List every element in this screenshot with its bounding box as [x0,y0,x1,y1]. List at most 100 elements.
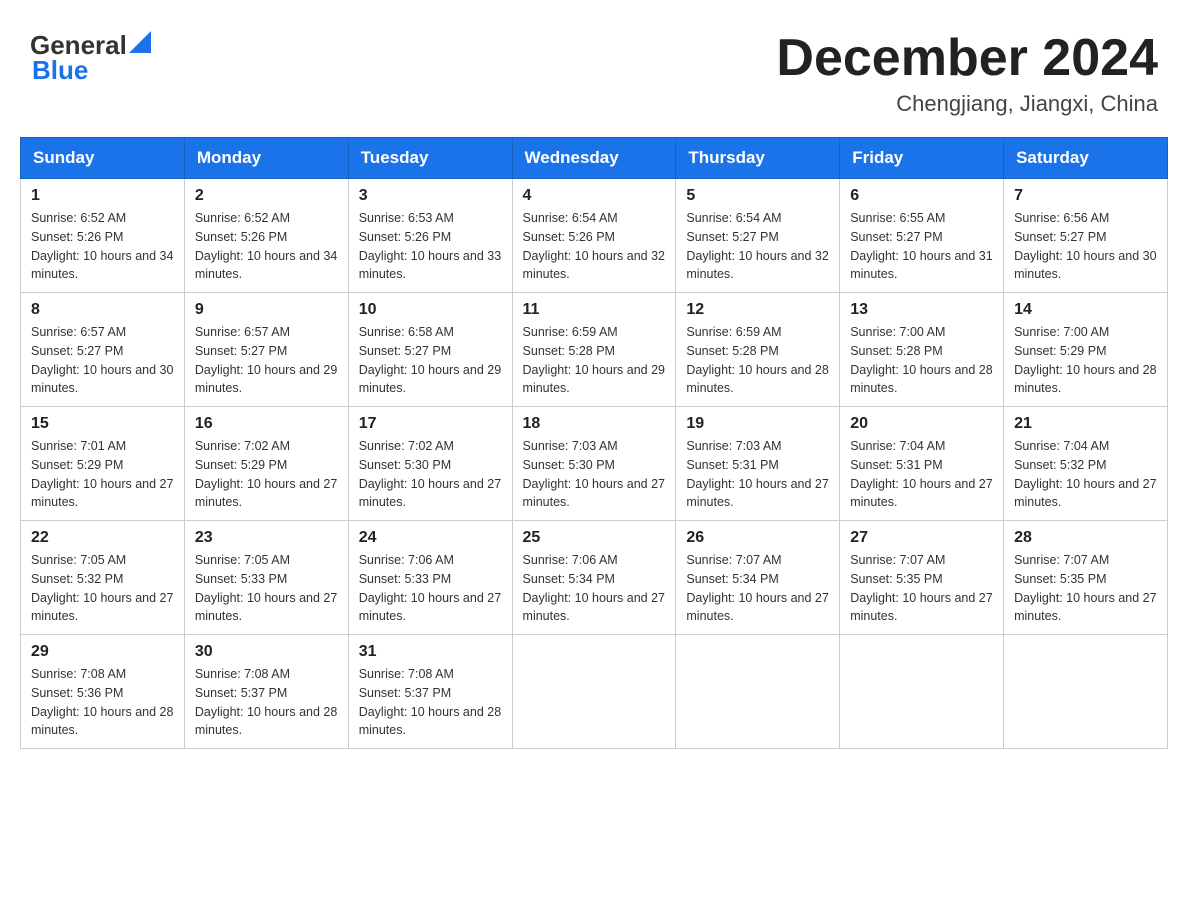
day-number: 26 [686,529,829,547]
location: Chengjiang, Jiangxi, China [776,91,1158,117]
calendar-cell: 11Sunrise: 6:59 AMSunset: 5:28 PMDayligh… [512,293,676,407]
day-number: 28 [1014,529,1157,547]
calendar-cell: 16 Sunrise: 7:02 AMSunset: 5:29 PMDayligh… [184,407,348,521]
calendar-cell: 8 Sunrise: 6:57 AMSunset: 5:27 PMDaylight… [21,293,185,407]
day-info: Sunrise: 7:00 AMSunset: 5:29 PMDaylight:… [1014,323,1157,398]
calendar-cell: 19Sunrise: 7:03 AMSunset: 5:31 PMDayligh… [676,407,840,521]
day-number: 6 [850,187,993,205]
day-number: 20 [850,415,993,433]
day-number: 16 [195,415,338,433]
day-info: Sunrise: 6:55 AMSunset: 5:27 PMDaylight:… [850,209,993,284]
calendar-cell: 3 Sunrise: 6:53 AMSunset: 5:26 PMDaylight… [348,179,512,293]
calendar-week-row: 22 Sunrise: 7:05 AMSunset: 5:32 PMDayligh… [21,521,1168,635]
calendar-header-row: SundayMondayTuesdayWednesdayThursdayFrid… [21,138,1168,179]
day-number: 9 [195,301,338,319]
calendar-cell: 26 Sunrise: 7:07 AMSunset: 5:34 PMDayligh… [676,521,840,635]
day-number: 22 [31,529,174,547]
month-title: December 2024 [776,30,1158,87]
logo-blue: Blue [32,55,88,86]
day-info: Sunrise: 7:04 AMSunset: 5:31 PMDaylight:… [850,437,993,512]
calendar-cell: 7Sunrise: 6:56 AMSunset: 5:27 PMDaylight… [1004,179,1168,293]
calendar-cell: 12Sunrise: 6:59 AMSunset: 5:28 PMDayligh… [676,293,840,407]
day-info: Sunrise: 6:52 AMSunset: 5:26 PMDaylight:… [195,209,338,284]
calendar-cell: 10Sunrise: 6:58 AMSunset: 5:27 PMDayligh… [348,293,512,407]
calendar-header-wednesday: Wednesday [512,138,676,179]
calendar-week-row: 29Sunrise: 7:08 AMSunset: 5:36 PMDayligh… [21,635,1168,749]
day-number: 5 [686,187,829,205]
day-number: 13 [850,301,993,319]
day-number: 25 [523,529,666,547]
calendar-cell: 6 Sunrise: 6:55 AMSunset: 5:27 PMDaylight… [840,179,1004,293]
calendar-cell: 21 Sunrise: 7:04 AMSunset: 5:32 PMDayligh… [1004,407,1168,521]
day-info: Sunrise: 7:02 AMSunset: 5:30 PMDaylight:… [359,437,502,512]
day-info: Sunrise: 7:05 AMSunset: 5:33 PMDaylight:… [195,551,338,626]
day-info: Sunrise: 7:07 AMSunset: 5:35 PMDaylight:… [850,551,993,626]
day-number: 23 [195,529,338,547]
calendar-cell: 27 Sunrise: 7:07 AMSunset: 5:35 PMDayligh… [840,521,1004,635]
day-number: 10 [359,301,502,319]
page-header: General Blue December 2024 Chengjiang, J… [20,20,1168,117]
calendar-cell: 4Sunrise: 6:54 AMSunset: 5:26 PMDaylight… [512,179,676,293]
calendar-cell: 23 Sunrise: 7:05 AMSunset: 5:33 PMDayligh… [184,521,348,635]
day-info: Sunrise: 7:08 AMSunset: 5:37 PMDaylight:… [195,665,338,740]
calendar-cell: 20 Sunrise: 7:04 AMSunset: 5:31 PMDayligh… [840,407,1004,521]
calendar-table: SundayMondayTuesdayWednesdayThursdayFrid… [20,137,1168,749]
day-info: Sunrise: 7:01 AMSunset: 5:29 PMDaylight:… [31,437,174,512]
day-info: Sunrise: 7:00 AMSunset: 5:28 PMDaylight:… [850,323,993,398]
day-info: Sunrise: 7:06 AMSunset: 5:33 PMDaylight:… [359,551,502,626]
day-info: Sunrise: 6:56 AMSunset: 5:27 PMDaylight:… [1014,209,1157,284]
calendar-header-tuesday: Tuesday [348,138,512,179]
calendar-cell: 1 Sunrise: 6:52 AMSunset: 5:26 PMDaylight… [21,179,185,293]
day-info: Sunrise: 7:07 AMSunset: 5:35 PMDaylight:… [1014,551,1157,626]
day-number: 21 [1014,415,1157,433]
calendar-cell: 24 Sunrise: 7:06 AMSunset: 5:33 PMDayligh… [348,521,512,635]
calendar-cell: 2 Sunrise: 6:52 AMSunset: 5:26 PMDaylight… [184,179,348,293]
calendar-header-sunday: Sunday [21,138,185,179]
calendar-header-friday: Friday [840,138,1004,179]
day-number: 24 [359,529,502,547]
calendar-cell: 25 Sunrise: 7:06 AMSunset: 5:34 PMDayligh… [512,521,676,635]
day-number: 29 [31,643,174,661]
day-number: 27 [850,529,993,547]
day-info: Sunrise: 6:54 AMSunset: 5:26 PMDaylight:… [523,209,666,284]
day-info: Sunrise: 6:52 AMSunset: 5:26 PMDaylight:… [31,209,174,284]
calendar-week-row: 1 Sunrise: 6:52 AMSunset: 5:26 PMDaylight… [21,179,1168,293]
calendar-cell: 31Sunrise: 7:08 AMSunset: 5:37 PMDayligh… [348,635,512,749]
day-info: Sunrise: 6:53 AMSunset: 5:26 PMDaylight:… [359,209,502,284]
day-info: Sunrise: 7:08 AMSunset: 5:37 PMDaylight:… [359,665,502,740]
day-number: 12 [686,301,829,319]
day-number: 3 [359,187,502,205]
day-info: Sunrise: 7:02 AMSunset: 5:29 PMDaylight:… [195,437,338,512]
day-number: 8 [31,301,174,319]
calendar-week-row: 8 Sunrise: 6:57 AMSunset: 5:27 PMDaylight… [21,293,1168,407]
calendar-cell: 17 Sunrise: 7:02 AMSunset: 5:30 PMDayligh… [348,407,512,521]
day-info: Sunrise: 7:04 AMSunset: 5:32 PMDaylight:… [1014,437,1157,512]
calendar-cell: 29Sunrise: 7:08 AMSunset: 5:36 PMDayligh… [21,635,185,749]
calendar-cell: 22 Sunrise: 7:05 AMSunset: 5:32 PMDayligh… [21,521,185,635]
calendar-cell: 30Sunrise: 7:08 AMSunset: 5:37 PMDayligh… [184,635,348,749]
day-info: Sunrise: 7:03 AMSunset: 5:31 PMDaylight:… [686,437,829,512]
day-number: 1 [31,187,174,205]
calendar-header-thursday: Thursday [676,138,840,179]
day-number: 14 [1014,301,1157,319]
day-number: 2 [195,187,338,205]
calendar-cell [676,635,840,749]
calendar-cell: 28 Sunrise: 7:07 AMSunset: 5:35 PMDayligh… [1004,521,1168,635]
calendar-cell [512,635,676,749]
day-info: Sunrise: 7:03 AMSunset: 5:30 PMDaylight:… [523,437,666,512]
day-info: Sunrise: 7:06 AMSunset: 5:34 PMDaylight:… [523,551,666,626]
day-number: 15 [31,415,174,433]
calendar-week-row: 15 Sunrise: 7:01 AMSunset: 5:29 PMDayligh… [21,407,1168,521]
day-info: Sunrise: 6:57 AMSunset: 5:27 PMDaylight:… [31,323,174,398]
day-info: Sunrise: 7:07 AMSunset: 5:34 PMDaylight:… [686,551,829,626]
calendar-cell: 18 Sunrise: 7:03 AMSunset: 5:30 PMDayligh… [512,407,676,521]
calendar-cell: 5Sunrise: 6:54 AMSunset: 5:27 PMDaylight… [676,179,840,293]
day-info: Sunrise: 7:05 AMSunset: 5:32 PMDaylight:… [31,551,174,626]
logo: General Blue [30,30,151,86]
day-number: 18 [523,415,666,433]
calendar-cell: 13 Sunrise: 7:00 AMSunset: 5:28 PMDayligh… [840,293,1004,407]
calendar-header-saturday: Saturday [1004,138,1168,179]
day-number: 17 [359,415,502,433]
calendar-cell: 15 Sunrise: 7:01 AMSunset: 5:29 PMDayligh… [21,407,185,521]
day-number: 11 [523,301,666,319]
